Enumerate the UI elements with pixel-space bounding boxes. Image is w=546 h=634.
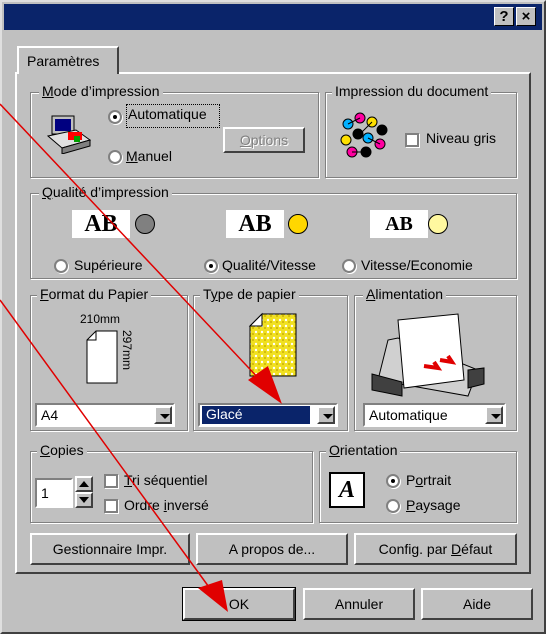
clock-slow-icon — [135, 214, 155, 234]
copies-down-button[interactable] — [75, 492, 93, 508]
clock-fast-icon — [428, 214, 448, 234]
copies-legend: Copies — [37, 442, 87, 458]
paper-format-value: A4 — [41, 407, 59, 423]
ordre-inverse-checkbox[interactable] — [104, 499, 118, 513]
apropos-button[interactable]: A propos de... — [196, 533, 348, 565]
copies-input[interactable]: 1 — [35, 478, 73, 508]
paper-feed-icon — [371, 313, 485, 397]
help-button[interactable]: ? — [494, 7, 514, 26]
paysage-label: Paysage — [406, 497, 461, 513]
tri-sequentiel-label: Tri séquentiel — [124, 472, 208, 488]
chevron-down-icon[interactable] — [485, 406, 503, 424]
paper-width-label: 210mm — [80, 312, 121, 326]
paper-format-legend: Format du Papier — [37, 286, 152, 302]
paper-type-legend: Type de papier — [200, 286, 299, 302]
qualite-vitesse-label: Qualité/Vitesse — [222, 257, 316, 273]
superieure-label: Supérieure — [74, 257, 143, 273]
radio-paysage[interactable] — [386, 499, 400, 513]
annuler-button[interactable]: Annuler — [303, 588, 415, 620]
printer-auto-icon — [46, 115, 92, 154]
radio-automatique[interactable] — [108, 110, 122, 124]
quality-medium-icon: AB — [226, 210, 284, 238]
feed-value: Automatique — [369, 407, 448, 423]
gestionnaire-button[interactable]: Gestionnaire Impr. — [30, 533, 190, 565]
tab-parametres[interactable]: Paramètres — [17, 46, 119, 74]
document-legend: Impression du document — [332, 83, 492, 99]
glossy-paper-icon — [248, 312, 297, 377]
radio-portrait[interactable] — [386, 474, 400, 488]
quality-low-icon: AB — [370, 210, 428, 238]
title-bar[interactable]: ? × — [4, 4, 542, 30]
radio-qualite-vitesse[interactable] — [204, 259, 218, 273]
config-defaut-button[interactable]: Config. par Défaut — [354, 533, 517, 565]
feed-select[interactable]: Automatique — [363, 403, 506, 427]
chevron-down-icon[interactable] — [154, 406, 172, 424]
aide-button[interactable]: Aide — [421, 588, 533, 620]
quality-high-icon: AB — [72, 210, 130, 238]
copies-value: 1 — [41, 485, 49, 501]
radio-manuel[interactable] — [108, 150, 122, 164]
quality-legend: Qualité d’impression — [39, 184, 172, 200]
arrow-down-icon — [79, 497, 89, 503]
print-mode-legend: Mode d’impression — [39, 83, 163, 99]
ok-button[interactable]: OK — [182, 587, 296, 621]
arrow-up-icon — [79, 481, 89, 487]
options-button[interactable]: Options — [223, 127, 305, 153]
ordre-inverse-label: Ordre inversé — [124, 497, 209, 513]
tri-sequentiel-checkbox[interactable] — [104, 474, 118, 488]
manuel-label: Manuel — [126, 148, 172, 164]
radio-superieure[interactable] — [54, 259, 68, 273]
radio-vitesse-economie[interactable] — [342, 259, 356, 273]
focus-rect — [126, 104, 220, 128]
color-dots-icon — [340, 112, 388, 158]
niveau-gris-checkbox[interactable] — [405, 133, 419, 147]
copies-up-button[interactable] — [75, 476, 93, 492]
feed-legend: Alimentation — [363, 286, 447, 302]
paper-type-select[interactable]: Glacé — [198, 403, 338, 427]
paper-format-select[interactable]: A4 — [35, 403, 175, 427]
orientation-portrait-icon: A — [329, 472, 365, 508]
tab-label: Paramètres — [27, 53, 100, 69]
paper-sheet-icon — [86, 330, 118, 384]
portrait-label: Portrait — [406, 472, 452, 488]
orientation-legend: Orientation — [326, 442, 401, 458]
clock-medium-icon — [288, 214, 308, 234]
close-button[interactable]: × — [516, 7, 536, 26]
vitesse-economie-label: Vitesse/Economie — [361, 257, 473, 273]
chevron-down-icon[interactable] — [317, 406, 335, 424]
paper-height-label: 297mm — [120, 330, 134, 371]
paper-type-value: Glacé — [202, 406, 310, 424]
niveau-gris-label: Niveau gris — [426, 130, 497, 146]
